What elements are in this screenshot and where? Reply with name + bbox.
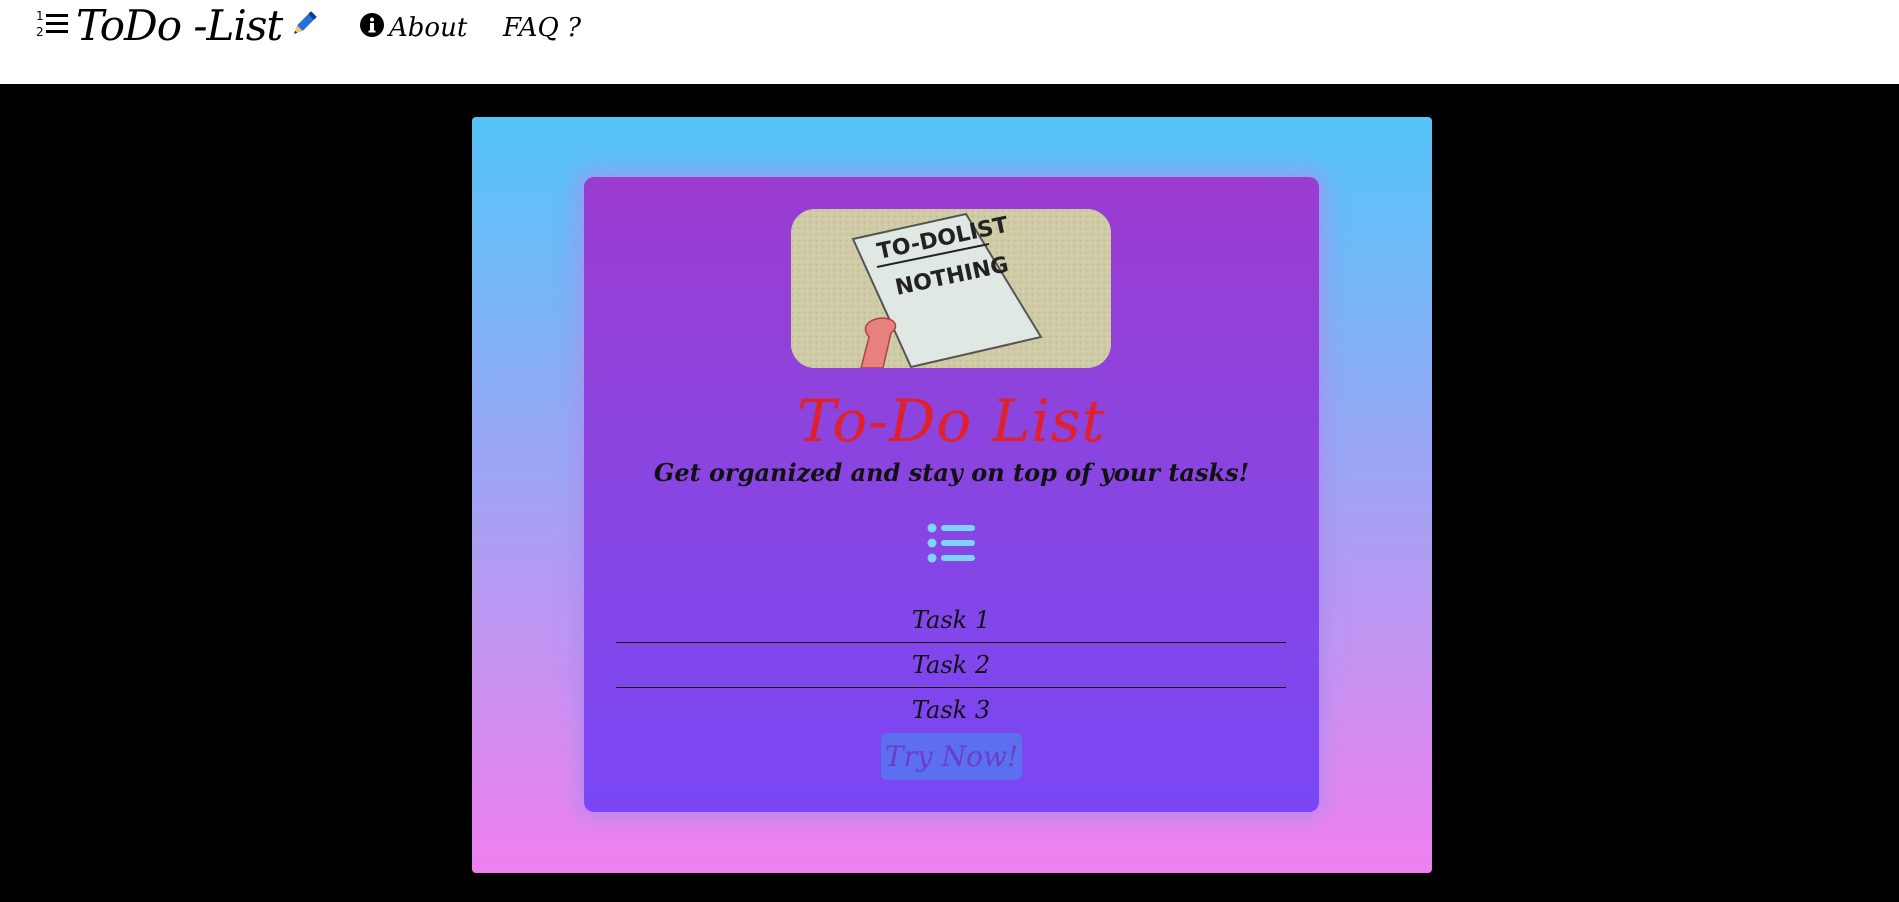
nav-faq-label: FAQ ? xyxy=(503,13,582,43)
list-icon xyxy=(927,522,977,564)
numbered-list-icon: 1 2 xyxy=(36,7,70,45)
page-title: To-Do List xyxy=(797,387,1106,455)
svg-text:2: 2 xyxy=(36,25,44,39)
task-item: Task 2 xyxy=(616,643,1286,688)
info-circle-icon xyxy=(359,12,385,45)
try-now-button[interactable]: Try Now! xyxy=(881,733,1022,780)
brand-link[interactable]: 1 2 ToDo -List xyxy=(36,2,320,50)
brand-title: ToDo -List xyxy=(76,1,283,50)
navbar: 1 2 ToDo -List About FAQ ? xyxy=(0,0,1899,84)
task-item: Task 1 xyxy=(616,598,1286,643)
nav-about-label: About xyxy=(389,13,468,43)
nav-faq-link[interactable]: FAQ ? xyxy=(503,12,581,44)
pen-icon xyxy=(288,8,320,44)
hero-image: TO-DOLIST NOTHING xyxy=(791,209,1111,368)
svg-text:1: 1 xyxy=(36,9,44,23)
page-subtitle: Get organized and stay on top of your ta… xyxy=(653,458,1250,487)
task-item: Task 3 xyxy=(911,696,991,724)
nav-about-link[interactable]: About xyxy=(359,12,467,44)
